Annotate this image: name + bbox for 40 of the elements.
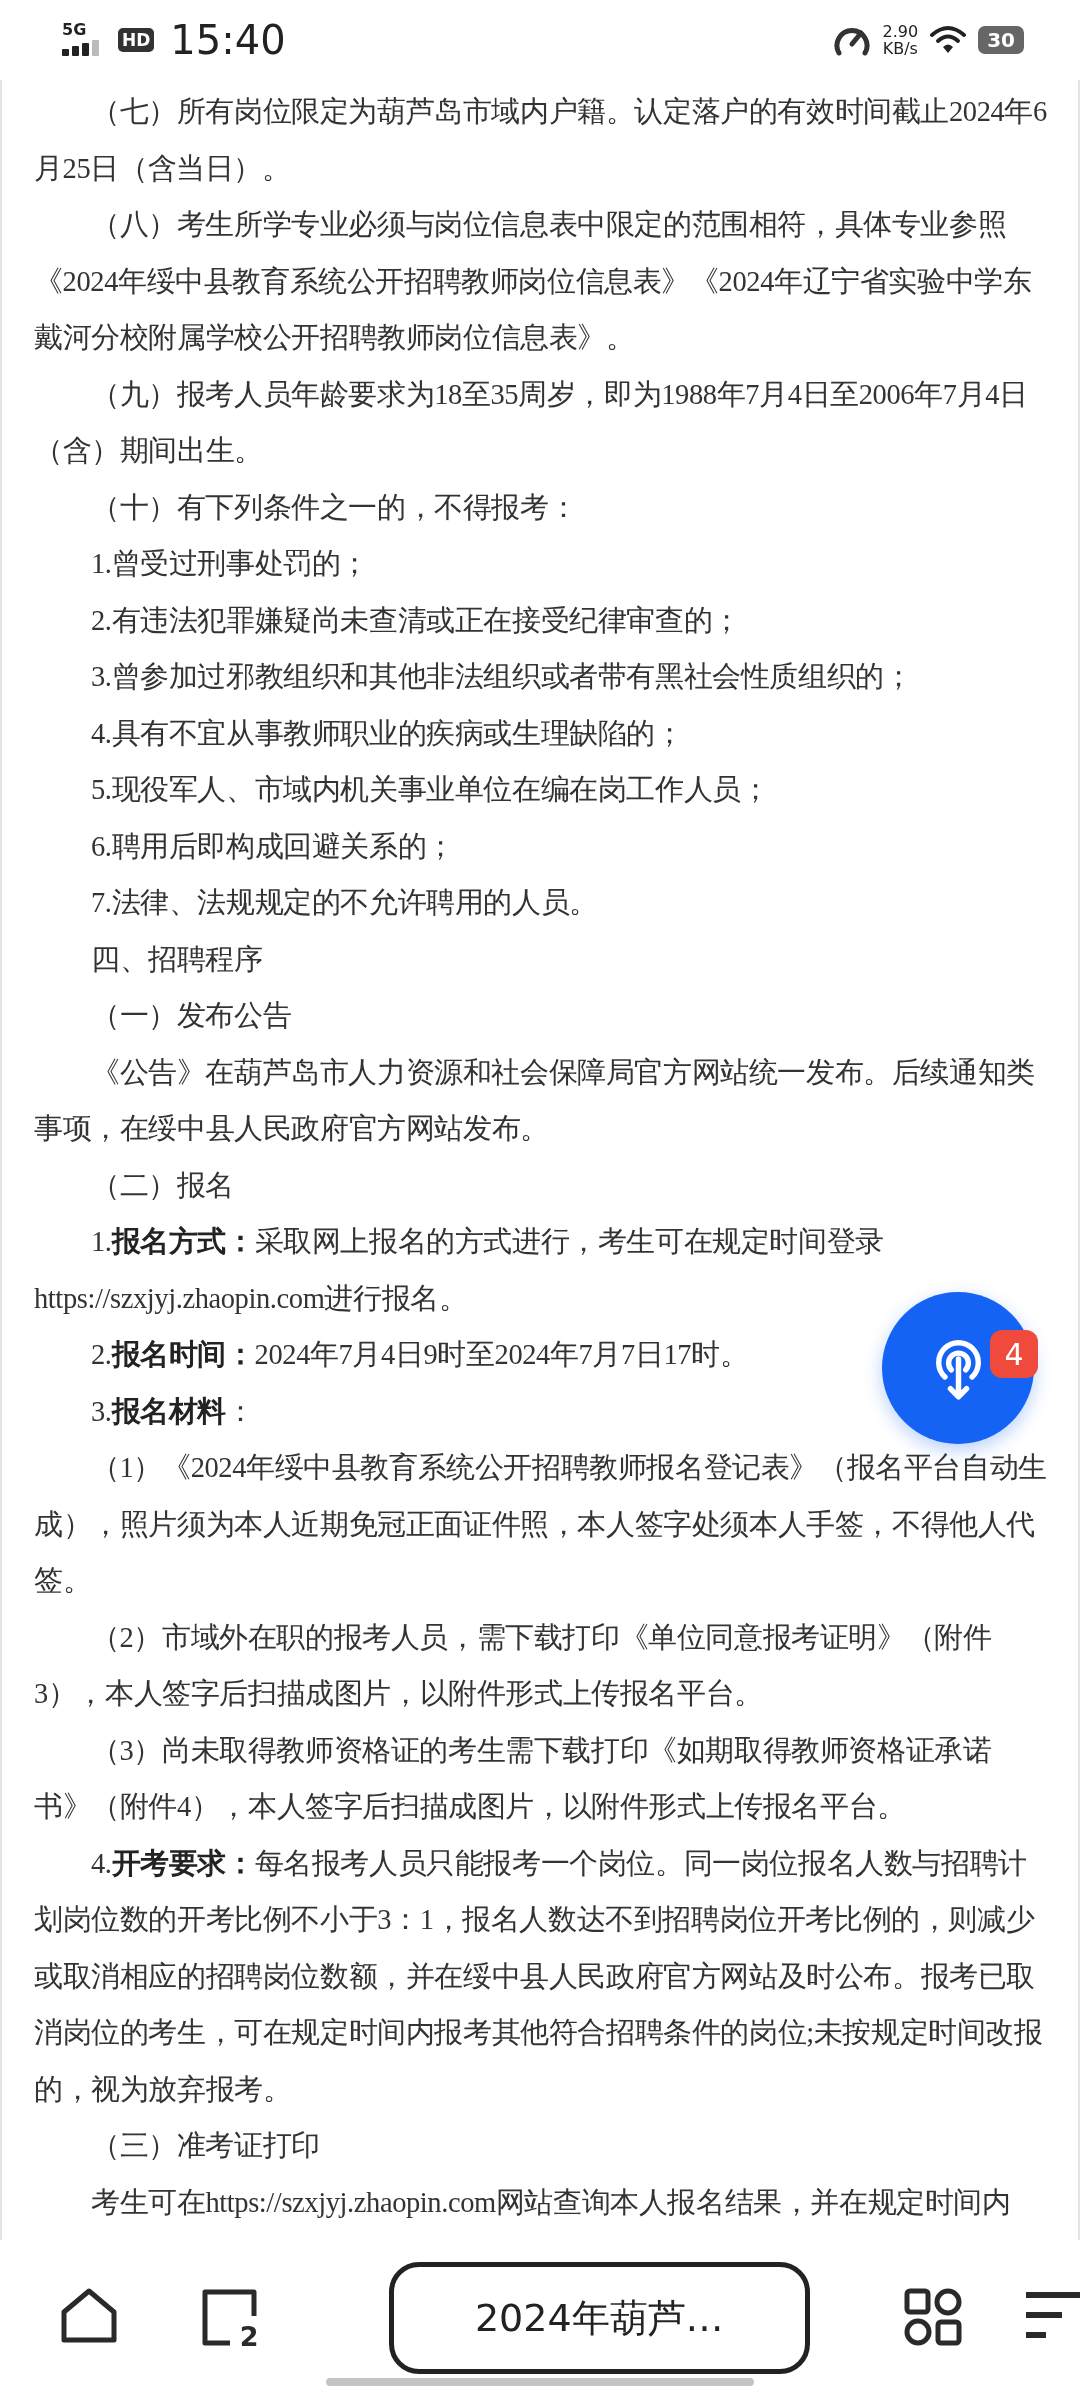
article-paragraph: （十）有下列条件之一的，不得报考： bbox=[90, 490, 578, 525]
article-paragraph: 四、招聘程序 bbox=[90, 942, 263, 977]
clock-time: 15:40 bbox=[170, 17, 286, 63]
article-paragraph: 3.曾参加过邪教组织和其他非法组织或者带有黑社会性质组织的； bbox=[90, 660, 913, 694]
article-paragraph: （九）报考人员年龄要求为18至35周岁，即为1988年7月4日至2006年7月4日（含）期间出生。 bbox=[34, 377, 1029, 468]
home-icon bbox=[60, 2288, 118, 2344]
article-paragraph: 7.法律、法规规定的不允许聘用的人员。 bbox=[90, 886, 598, 920]
network-label: 5G bbox=[62, 20, 87, 39]
article-paragraph: （1）《2024年绥中县教育系统公开招聘教师报名登记表》（报名平台自动生成），照片须为本人近期免冠正面证件照，本人签字处须本人手签，不得他人代签。 bbox=[34, 1451, 1048, 1598]
battery-icon: 30 bbox=[978, 26, 1024, 54]
article-paragraph: （八）考生所学专业必须与岗位信息表中限定的范围相符，具体专业参照《2024年绥中县教育系统公开招聘教师岗位信息表》《2024年辽宁省实验中学东戴河分校附属学校公开招聘教师岗位信息表》。 bbox=[34, 208, 1033, 355]
page-title-button[interactable]: 2024年葫芦… bbox=[388, 2262, 810, 2374]
article-paragraph: 4.具有不宜从事教师职业的疾病或生理缺陷的； bbox=[90, 716, 684, 751]
article-paragraph: 6.聘用后即构成回避关系的； bbox=[90, 829, 455, 864]
article-paragraph: 《公告》在葫芦岛市人力资源和社会保障局官方网站统一发布。后续通知类事项，在绥中县人民政府官方网站发布。 bbox=[34, 1055, 1036, 1146]
menu-icon bbox=[1026, 2292, 1080, 2340]
article-paragraph: 2.有违法犯罪嫌疑尚未查清或正在接受纪律审查的； bbox=[90, 603, 741, 638]
article-paragraph: （二）报名 bbox=[90, 1168, 234, 1203]
article-paragraph: 2.报名时间：2024年7月4日9时至2024年7月7日17时。 bbox=[90, 1338, 749, 1372]
article-paragraph: 考生可在https://szxjyj.zhaopin.com网站查询本人报名结果，并在规定时间内 bbox=[90, 2185, 1011, 2220]
article-paragraph: （七）所有岗位限定为葫芦岛市域内户籍。认定落户的有效时间截止2024年6月25日（含当日）。 bbox=[34, 95, 1048, 186]
notification-badge: 4 bbox=[990, 1330, 1038, 1378]
article-paragraph: （三）准考证打印 bbox=[90, 2129, 320, 2163]
article-paragraph: 4.开考要求：每名报考人员只能报考一个岗位。同一岗位报名人数与招聘计划岗位数的开考比例不小于3：1，报名人数达不到招聘岗位开考比例的，则减少或取消相应的招聘岗位数额，并在绥中县人民政府官方网站及时公布。报考已取消岗位的考生，可在规定时间内报考其他符合招聘条件的岗位;未按规定时间改报的，视为放弃报考。 bbox=[34, 1846, 1044, 2107]
article-paragraph: 5.现役军人、市域内机关事业单位在编在岗工作人员； bbox=[90, 773, 770, 807]
article-paragraph: （一）发布公告 bbox=[90, 999, 292, 1033]
grid-icon bbox=[904, 2288, 962, 2346]
tabs-button[interactable]: 2 bbox=[200, 2288, 257, 2346]
article-paragraph: 1.报名方式：采取网上报名的方式进行，考生可在规定时间登录https://szxjyj.zhaopin.com进行报名。 bbox=[34, 1225, 885, 1316]
menu-button[interactable] bbox=[1026, 2292, 1080, 2340]
wifi-icon bbox=[930, 25, 967, 55]
article-paragraph: （3）尚未取得教师资格证的考生需下载打印《如期取得教师资格证承诺书》（附件4），本人签字后扫描成图片，以附件形式上传报名平台。 bbox=[34, 1733, 993, 1824]
apps-button[interactable] bbox=[904, 2288, 962, 2346]
hd-icon: HD bbox=[118, 28, 155, 52]
article-paragraph: 1.曾受过刑事处罚的； bbox=[90, 547, 369, 581]
article-paragraph: 3.报名材料： bbox=[90, 1394, 255, 1429]
article-paragraph: （2）市域外在职的报考人员，需下载打印《单位同意报考证明》（附件3），本人签字后扫描成图片，以附件形式上传报名平台。 bbox=[34, 1620, 993, 1711]
home-button[interactable] bbox=[60, 2288, 118, 2344]
speed-value: 2.90 bbox=[882, 23, 919, 40]
speed-unit: KB/s bbox=[882, 40, 918, 57]
